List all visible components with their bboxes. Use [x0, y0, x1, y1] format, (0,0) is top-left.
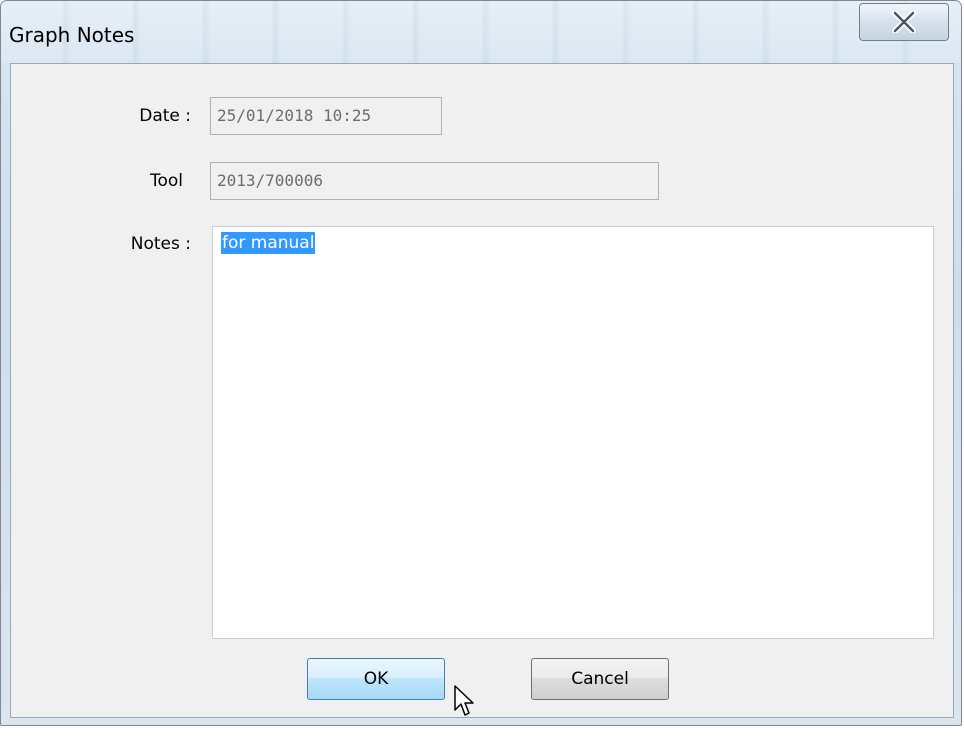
- close-icon: [892, 11, 916, 33]
- date-label: Date :: [139, 106, 191, 126]
- notes-selected-text: for manual: [221, 232, 316, 254]
- cancel-button[interactable]: Cancel: [531, 658, 669, 700]
- title-bar[interactable]: Graph Notes: [1, 1, 961, 63]
- mouse-pointer-icon: [454, 685, 474, 716]
- notes-label: Notes :: [130, 234, 191, 254]
- close-button[interactable]: [859, 3, 949, 41]
- window-title: Graph Notes: [9, 23, 135, 47]
- dialog-window: Graph Notes Date : 25/01/2018 10:25 Tool…: [0, 0, 962, 726]
- tool-field[interactable]: 2013/700006: [210, 162, 659, 200]
- notes-textarea[interactable]: for manual: [212, 226, 934, 639]
- date-field[interactable]: 25/01/2018 10:25: [210, 97, 442, 135]
- ok-button[interactable]: OK: [307, 658, 445, 700]
- tool-label: Tool: [149, 171, 183, 191]
- dialog-content: Date : 25/01/2018 10:25 Tool 2013/700006…: [10, 63, 954, 718]
